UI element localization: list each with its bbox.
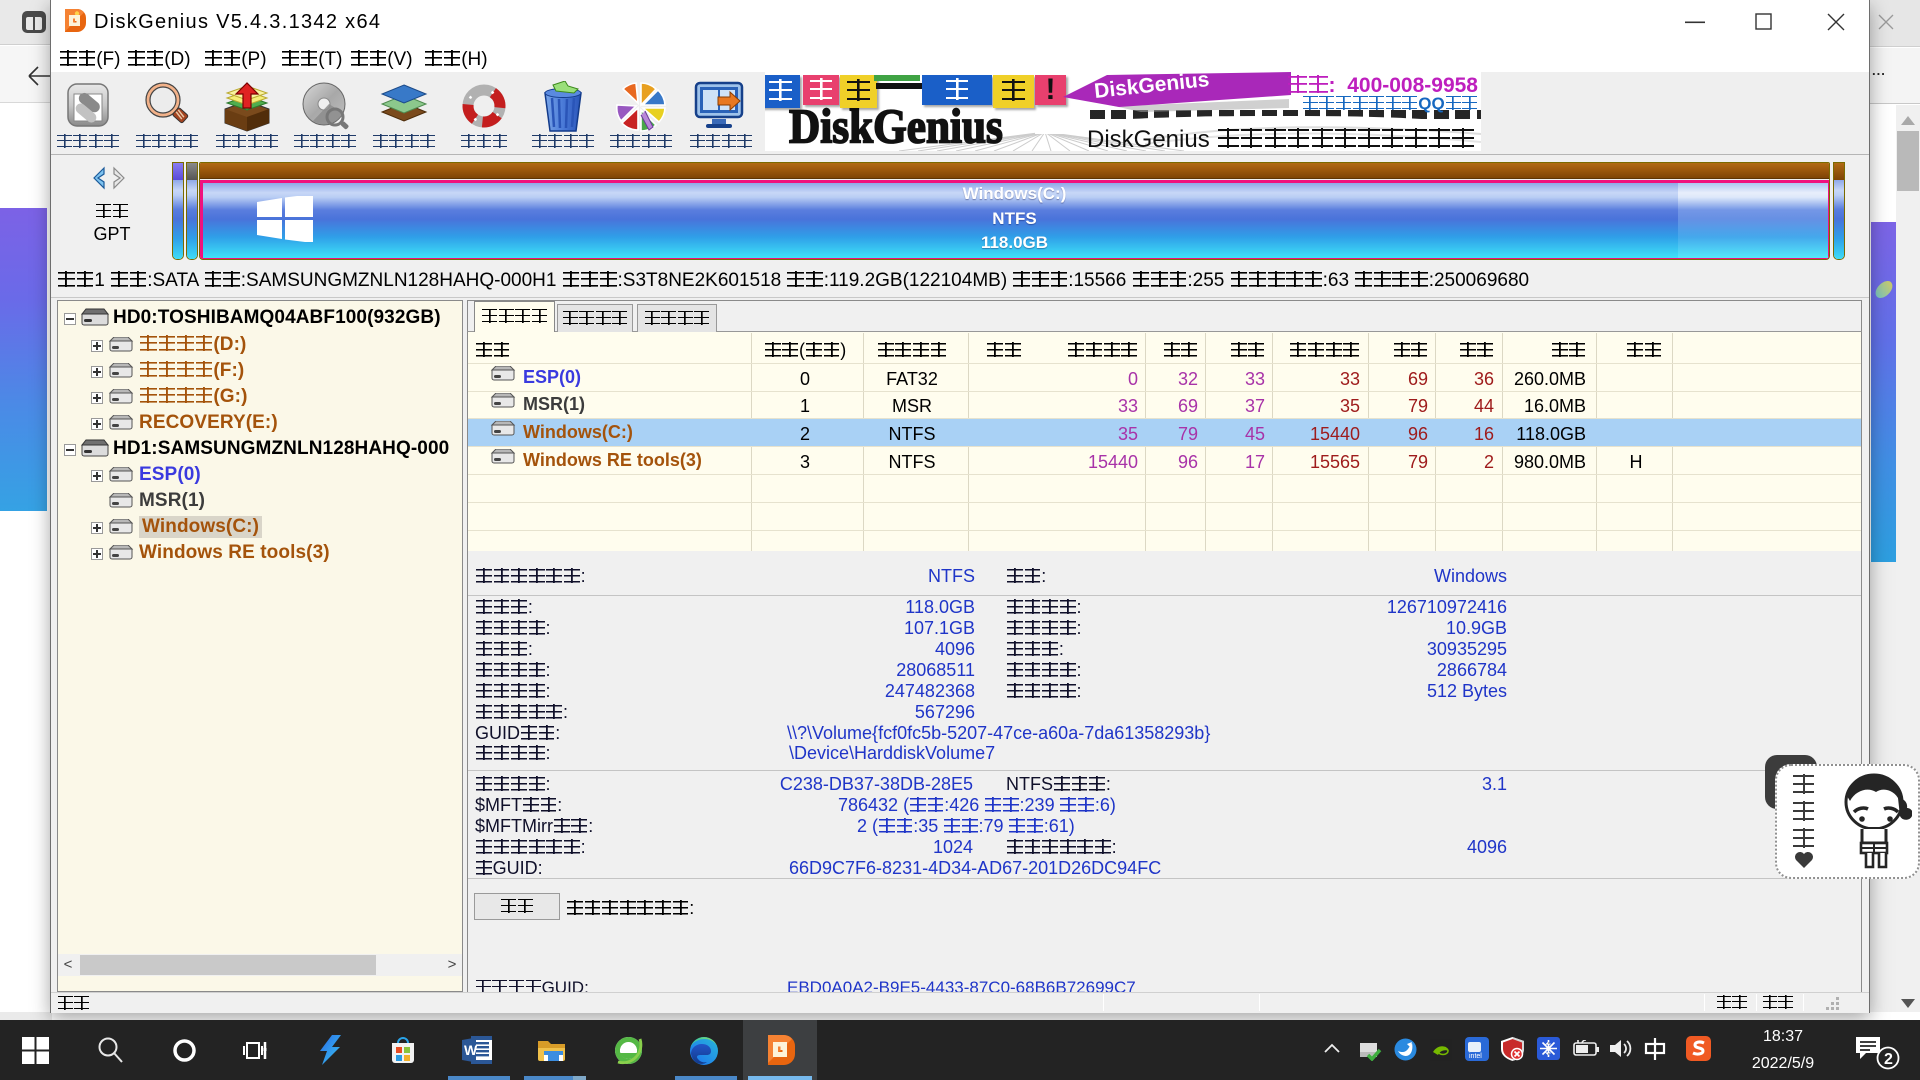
svg-text:2: 2 [1884,1051,1893,1068]
svg-text:intel: intel [1469,1053,1482,1060]
svg-text:W: W [464,1042,478,1058]
